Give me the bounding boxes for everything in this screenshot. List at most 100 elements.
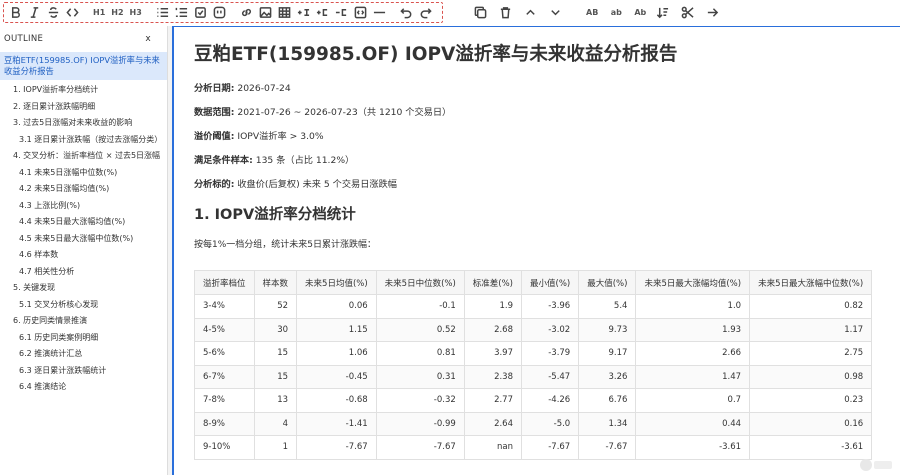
table-cell: 9.73 [578,317,637,342]
table-header-row: 溢折率档位 样本数 未来5日均值(%) 未来5日中位数(%) 标准差(%) 最小值(%) 最… [194,270,873,295]
table-cell: -0.45 [296,364,377,389]
outline-item[interactable]: 6.4 推演结论 [0,379,167,396]
heading-2-button[interactable]: H2 [109,4,125,22]
table-header-cell: 最大值(%) [578,270,637,295]
meta-value: 2021-07-26 ~ 2026-07-23（共 1210 个交易日） [234,107,452,118]
outline-item[interactable]: 5.1 交叉分析核心发现 [0,297,167,314]
ordered-list-icon[interactable] [173,4,190,22]
table-cell: 9.17 [578,341,637,366]
outline-item[interactable]: 6.1 历史同类案例明细 [0,330,167,347]
meta-line: 满足条件样本: 135 条（占比 11.2%） [194,155,894,167]
table-cell: -5.0 [520,411,580,436]
bullet-list-icon[interactable] [154,4,171,22]
outline-item[interactable]: 4.2 未来5日涨幅均值(%) [0,181,167,198]
code-block-icon[interactable] [352,4,369,22]
outline-item[interactable]: 5. 关键发现 [0,280,167,297]
bold-icon[interactable] [7,4,24,22]
table-cell: 1.93 [635,317,751,342]
toolbar-format-group: H1 H2 H3 [3,2,443,23]
add-row-icon[interactable] [295,4,312,22]
table-cell: 1 [253,435,298,460]
table-cell: 9-10% [194,435,255,460]
outline-item[interactable]: 4.4 未来5日最大涨幅均值(%) [0,214,167,231]
trash-icon[interactable] [497,4,514,22]
checklist-icon[interactable] [192,4,209,22]
table-cell: -3.79 [520,341,580,366]
table-cell: -0.1 [375,294,465,319]
outline-item[interactable]: 1. IOPV溢折率分档统计 [0,82,167,99]
meta-key: 分析标的: [194,179,235,190]
chevron-up-icon[interactable] [522,4,539,22]
meta-value: 收盘价(后复权) 未来 5 个交易日涨跌幅 [234,179,397,190]
heading-3-button[interactable]: H3 [128,4,144,22]
table-body: 3-4% 52 0.06 -0.1 1.9 -3.96 5.4 1.0 0.82 4-5% 30 1.… [194,294,873,460]
horizontal-rule-icon[interactable] [371,4,388,22]
table-icon[interactable] [276,4,293,22]
outline-item[interactable]: 4.6 样本数 [0,247,167,264]
undo-icon[interactable] [398,4,415,22]
capitalize-button[interactable]: Ab [632,4,648,22]
table-cell: 2.68 [463,317,523,342]
outline-item[interactable]: 豆粕ETF(159985.OF) IOPV溢折率与未来收益分析报告 [0,52,167,80]
table-cell: -3.61 [635,435,751,460]
scissors-icon[interactable] [679,4,696,22]
table-cell: 2.77 [463,388,523,413]
table-row: 3-4% 52 0.06 -0.1 1.9 -3.96 5.4 1.0 0.82 [194,294,873,319]
table-cell: 0.16 [749,411,873,436]
chevron-down-icon[interactable] [547,4,564,22]
table-cell: -7.67 [578,435,637,460]
code-icon[interactable] [64,4,81,22]
table-row: 8-9% 4 -1.41 -0.99 2.64 -5.0 1.34 0.44 0.16 [194,411,873,436]
heading-1-button[interactable]: H1 [91,4,107,22]
link-icon[interactable] [238,4,255,22]
lowercase-button[interactable]: ab [608,4,624,22]
table-header-cell: 溢折率档位 [194,270,255,295]
editor-pane[interactable]: 豆粕ETF(159985.OF) IOPV溢折率与未来收益分析报告 分析日期: … [172,26,900,475]
italic-icon[interactable] [26,4,43,22]
table-cell: 5.4 [578,294,637,319]
table-cell: 3.97 [463,341,523,366]
meta-line: 溢价阈值: IOPV溢折率 > 3.0% [194,131,894,143]
table-header-cell: 未来5日最大涨幅均值(%) [635,270,751,295]
table-cell: 13 [253,388,298,413]
copy-icon[interactable] [472,4,489,22]
outline-item[interactable]: 3. 过去5日涨幅对未来收益的影响 [0,115,167,132]
meta-value: 2026-07-24 [234,83,291,94]
table-header-cell: 最小值(%) [520,270,580,295]
document-content: 豆粕ETF(159985.OF) IOPV溢折率与未来收益分析报告 分析日期: … [194,41,894,460]
table-row: 7-8% 13 -0.68 -0.32 2.77 -4.26 6.76 0.7 0.23 [194,388,873,413]
uppercase-button[interactable]: AB [584,4,600,22]
table-cell: 1.34 [578,411,637,436]
table-cell: 0.98 [749,364,873,389]
table-cell: 0.82 [749,294,873,319]
outline-item[interactable]: 4.3 上涨比例(%) [0,198,167,215]
table-cell: 3.26 [578,364,637,389]
document-meta: 分析日期: 2026-07-24 数据范围: 2021-07-26 ~ 2026-… [194,83,894,191]
arrow-right-icon[interactable] [704,4,721,22]
table-cell: 0.23 [749,388,873,413]
outline-item[interactable]: 6.2 推演统计汇总 [0,346,167,363]
outline-item[interactable]: 2. 逐日累计涨跌幅明细 [0,99,167,116]
close-icon[interactable]: x [145,34,151,44]
strikethrough-icon[interactable] [45,4,62,22]
outline-item[interactable]: 3.1 逐日累计涨跌幅（按过去涨幅分类） [0,132,167,149]
outline-item[interactable]: 4. 交叉分析：溢折率档位 × 过去5日涨幅 [0,148,167,165]
redo-icon[interactable] [417,4,434,22]
table-cell: 1.9 [463,294,523,319]
add-column-icon[interactable] [314,4,331,22]
outline-item[interactable]: 4.5 未来5日最大涨幅中位数(%) [0,231,167,248]
outline-item[interactable]: 4.7 相关性分析 [0,264,167,281]
sort-icon[interactable] [654,4,671,22]
quote-icon[interactable] [211,4,228,22]
image-icon[interactable] [257,4,274,22]
outline-item[interactable]: 4.1 未来5日涨幅中位数(%) [0,165,167,182]
meta-value: IOPV溢折率 > 3.0% [234,131,324,142]
table-cell: 8-9% [194,411,255,436]
outline-title: OUTLINE [4,34,44,44]
outline-item[interactable]: 6.3 逐日累计涨跌幅统计 [0,363,167,380]
outline-item[interactable]: 6. 历史同类情景推演 [0,313,167,330]
table-header-cell: 未来5日最大涨幅中位数(%) [749,270,873,295]
table-cell: 1.06 [296,341,377,366]
delete-column-icon[interactable] [333,4,350,22]
toolbar: H1 H2 H3 AB ab Ab [0,0,900,26]
